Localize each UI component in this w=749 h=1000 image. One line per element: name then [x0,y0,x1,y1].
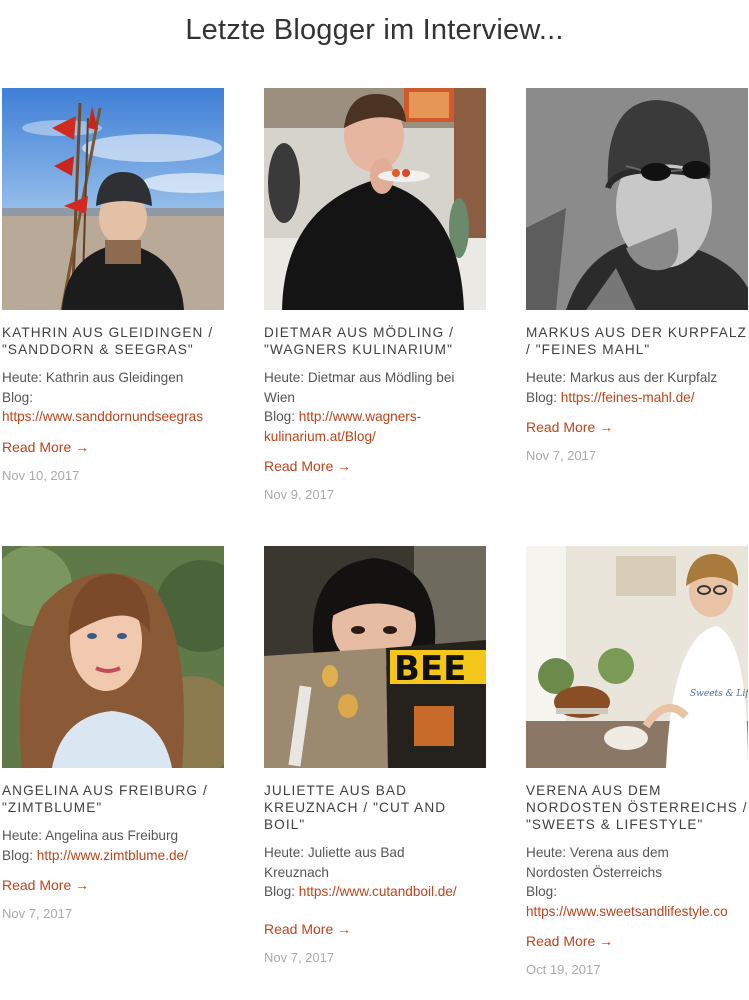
post-photo[interactable] [264,88,486,310]
post-title-line: BOIL" [264,817,306,832]
post-title-line: NORDOSTEN ÖSTERREICHS / [526,800,748,815]
blog-link[interactable]: http://www.zimtblume.de/ [37,848,188,863]
post-excerpt: Heute: Angelina aus Freiburg Blog: http:… [2,826,224,865]
blog-link[interactable]: https://www.sweetsandlifestyle.co [526,904,728,919]
excerpt-prefix: Blog: [264,884,299,899]
post-title-line: KATHRIN AUS GLEIDINGEN / [2,325,214,340]
blog-link-continued[interactable]: kulinarium.at/Blog/ [264,429,376,444]
post-excerpt: Heute: Kathrin aus Gleidingen Blog: http… [2,368,224,427]
blog-link[interactable]: https://www.cutandboil.de/ [299,884,457,899]
post-card: DIETMAR AUS MÖDLING / "WAGNERS KULINARIU… [264,88,486,505]
post-title-line: "ZIMTBLUME" [2,800,103,815]
post-title[interactable]: VERENA AUS DEM NORDOSTEN ÖSTERREICHS / "… [526,782,748,833]
post-title-line: "SANDDORN & SEEGRAS" [2,342,194,357]
apron-text: Sweets & Lifestyle [690,689,748,699]
post-title[interactable]: DIETMAR AUS MÖDLING / "WAGNERS KULINARIU… [264,324,486,358]
excerpt-line: Heute: Verena aus dem [526,845,669,860]
blog-link[interactable]: http://www.wagners- [299,409,421,424]
excerpt-line: Heute: Dietmar aus Mödling bei [264,370,455,385]
blog-link[interactable]: https://www.sanddornundseegras [2,409,203,424]
post-excerpt: Heute: Verena aus dem Nordosten Österrei… [526,843,748,921]
read-more-link[interactable]: Read More → [2,875,224,895]
post-title-line: / "FEINES MAHL" [526,342,651,357]
post-title-line: MARKUS AUS DER KURPFALZ [526,325,747,340]
read-more-link[interactable]: Read More → [264,919,486,939]
post-title[interactable]: JULIETTE AUS BAD KREUZNACH / "CUT AND BO… [264,782,486,833]
excerpt-line: Heute: Markus aus der Kurpfalz [526,370,718,385]
excerpt-prefix: Blog: [2,847,37,863]
excerpt-line: Kreuznach [264,864,329,880]
post-date: Nov 7, 2017 [526,448,597,463]
blog-link[interactable]: https://feines-mahl.de/ [561,390,695,405]
post-excerpt: Heute: Markus aus der Kurpfalz Blog: htt… [526,368,748,407]
magazine-cover-text: BEE [394,649,466,689]
post-title[interactable]: MARKUS AUS DER KURPFALZ / "FEINES MAHL" [526,324,748,358]
excerpt-line: Nordosten Österreichs [526,864,662,880]
post-card: Sweets & Lifestyle VERENA AUS DEM NORDOS… [526,546,748,980]
read-more-link[interactable]: Read More → [2,437,224,457]
post-card: KATHRIN AUS GLEIDINGEN / "SANDDORN & SEE… [2,88,224,486]
excerpt-prefix: Blog: [264,409,299,424]
post-photo[interactable] [2,88,224,310]
excerpt-line: Heute: Angelina aus Freiburg [2,828,179,843]
post-photo[interactable]: Sweets & Lifestyle [526,546,748,768]
excerpt-line: Wien [264,389,295,405]
post-title-line: "SWEETS & LIFESTYLE" [526,817,704,832]
post-date: Nov 9, 2017 [264,487,335,502]
post-title-line: ANGELINA AUS FREIBURG / [2,783,208,798]
post-title-line: JULIETTE AUS BAD [264,783,407,798]
excerpt-line: Blog: [526,884,557,899]
post-card: BEE JULIETTE AUS BAD KREUZNACH / "CUT AN… [264,546,486,968]
post-card: MARKUS AUS DER KURPFALZ / "FEINES MAHL" … [526,88,748,466]
read-more-link[interactable]: Read More → [526,417,748,437]
post-title[interactable]: ANGELINA AUS FREIBURG / "ZIMTBLUME" [2,782,224,816]
post-date: Nov 7, 2017 [2,906,73,921]
excerpt-line: Heute: Juliette aus Bad [264,845,405,860]
post-photo[interactable] [2,546,224,768]
excerpt-line: Blog: [2,389,33,405]
post-title-line: VERENA AUS DEM [526,783,662,798]
post-card: ANGELINA AUS FREIBURG / "ZIMTBLUME" Heut… [2,546,224,924]
post-date: Nov 10, 2017 [2,467,80,483]
post-title-line: "WAGNERS KULINARIUM" [264,342,454,357]
post-excerpt: Heute: Dietmar aus Mödling bei Wien Blog… [264,368,486,446]
page-title: Letzte Blogger im Interview... [185,14,564,46]
excerpt-line: Heute: Kathrin aus Gleidingen [2,370,184,385]
read-more-link[interactable]: Read More → [264,456,486,476]
post-photo[interactable]: BEE [264,546,486,768]
post-photo[interactable] [526,88,748,310]
read-more-link[interactable]: Read More → [526,931,748,951]
post-title-line: DIETMAR AUS MÖDLING / [264,325,455,340]
post-title-line: KREUZNACH / "CUT AND [264,800,447,815]
post-date: Nov 7, 2017 [264,949,335,965]
post-title[interactable]: KATHRIN AUS GLEIDINGEN / "SANDDORN & SEE… [2,324,224,358]
excerpt-prefix: Blog: [526,389,561,405]
post-date: Oct 19, 2017 [526,962,601,977]
post-excerpt: Heute: Juliette aus Bad Kreuznach Blog: … [264,843,486,902]
